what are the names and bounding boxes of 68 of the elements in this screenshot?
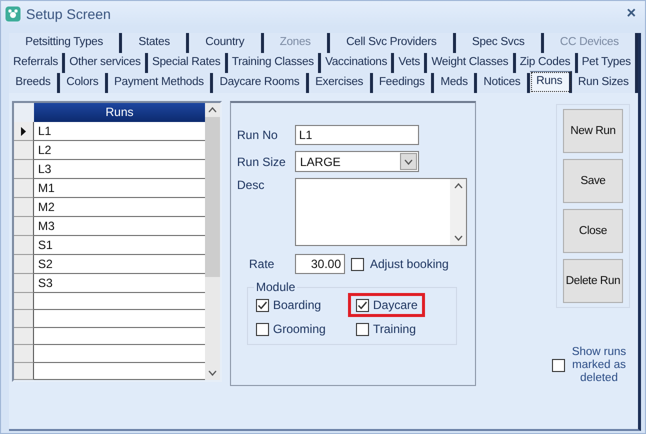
table-cell[interactable]: M1 [34, 179, 205, 198]
rate-field[interactable]: 30.00 [295, 254, 345, 274]
window-title: Setup Screen [26, 6, 112, 22]
table-cell[interactable]: M2 [34, 198, 205, 217]
module-checkbox[interactable] [256, 322, 269, 336]
scrollbar[interactable] [205, 103, 220, 380]
action-button[interactable]: Delete Run [563, 259, 623, 303]
table-cell[interactable]: S3 [34, 274, 205, 293]
row-header[interactable] [14, 328, 34, 346]
module-option-label: Daycare [373, 298, 418, 312]
module-checkbox[interactable] [256, 298, 269, 312]
row-header[interactable] [14, 310, 34, 328]
scroll-up-icon[interactable] [454, 183, 462, 189]
tab[interactable]: Payment Methods [108, 73, 214, 93]
module-option-label: Training [373, 322, 416, 336]
tab[interactable]: Meds [434, 73, 478, 93]
row-header[interactable] [14, 179, 34, 198]
row-header[interactable] [14, 198, 34, 217]
row-pointer-icon [21, 126, 26, 136]
dropdown-caret-icon[interactable] [404, 158, 413, 164]
tab[interactable]: Runs [530, 71, 572, 93]
run-size-dropdown[interactable]: LARGE [295, 151, 419, 172]
show-deleted-label: Show runs marked as deleted [570, 346, 628, 385]
tab[interactable]: Run Sizes [572, 73, 638, 93]
run-size-label: Run Size [237, 154, 287, 168]
row-header[interactable] [14, 160, 34, 179]
action-button[interactable]: Close [563, 209, 623, 253]
scroll-down-icon[interactable] [208, 370, 217, 376]
table-cell[interactable]: M3 [34, 217, 205, 236]
module-option-label: Boarding [273, 298, 322, 312]
show-deleted-checkbox[interactable] [552, 359, 565, 372]
desc-field[interactable] [294, 178, 467, 246]
tab[interactable]: Exercises [308, 73, 373, 93]
scroll-up-icon[interactable] [208, 107, 217, 113]
table-cell[interactable]: S1 [34, 236, 205, 255]
table-cell[interactable]: L1 [34, 122, 205, 141]
close-button[interactable]: × [624, 5, 639, 23]
module-label: Module [255, 280, 296, 294]
tab[interactable]: Daycare Rooms [213, 73, 309, 93]
row-header[interactable] [14, 217, 34, 236]
row-header[interactable] [14, 274, 34, 293]
table-cell[interactable]: L2 [34, 141, 205, 160]
row-header[interactable] [14, 293, 34, 310]
tab[interactable]: Breeds [9, 73, 60, 93]
run-no-field[interactable]: L1 [295, 125, 419, 145]
action-button[interactable]: New Run [563, 109, 623, 153]
table-cell[interactable]: S2 [34, 255, 205, 274]
row-header[interactable] [14, 345, 34, 363]
run-no-label: Run No [237, 128, 279, 142]
adjust-booking-checkbox[interactable] [351, 258, 364, 270]
column-header: Runs [34, 103, 205, 122]
app-icon [5, 6, 21, 22]
action-button[interactable]: Save [563, 159, 623, 203]
rate-label: Rate [249, 257, 276, 271]
tab[interactable]: Colors [60, 73, 108, 93]
desc-label: Desc [237, 178, 266, 192]
row-header[interactable] [14, 141, 34, 160]
module-checkbox[interactable] [356, 298, 369, 312]
tab[interactable]: Feedings [372, 73, 434, 93]
row-header[interactable] [14, 236, 34, 255]
row-header[interactable] [14, 122, 34, 141]
row-header[interactable] [14, 255, 34, 274]
module-checkbox[interactable] [356, 322, 369, 336]
module-option-label: Grooming [273, 322, 326, 336]
adjust-booking-label: Adjust booking [370, 257, 449, 271]
table-cell[interactable]: L3 [34, 160, 205, 179]
row-header[interactable] [14, 362, 34, 380]
scroll-down-icon[interactable] [454, 235, 462, 241]
